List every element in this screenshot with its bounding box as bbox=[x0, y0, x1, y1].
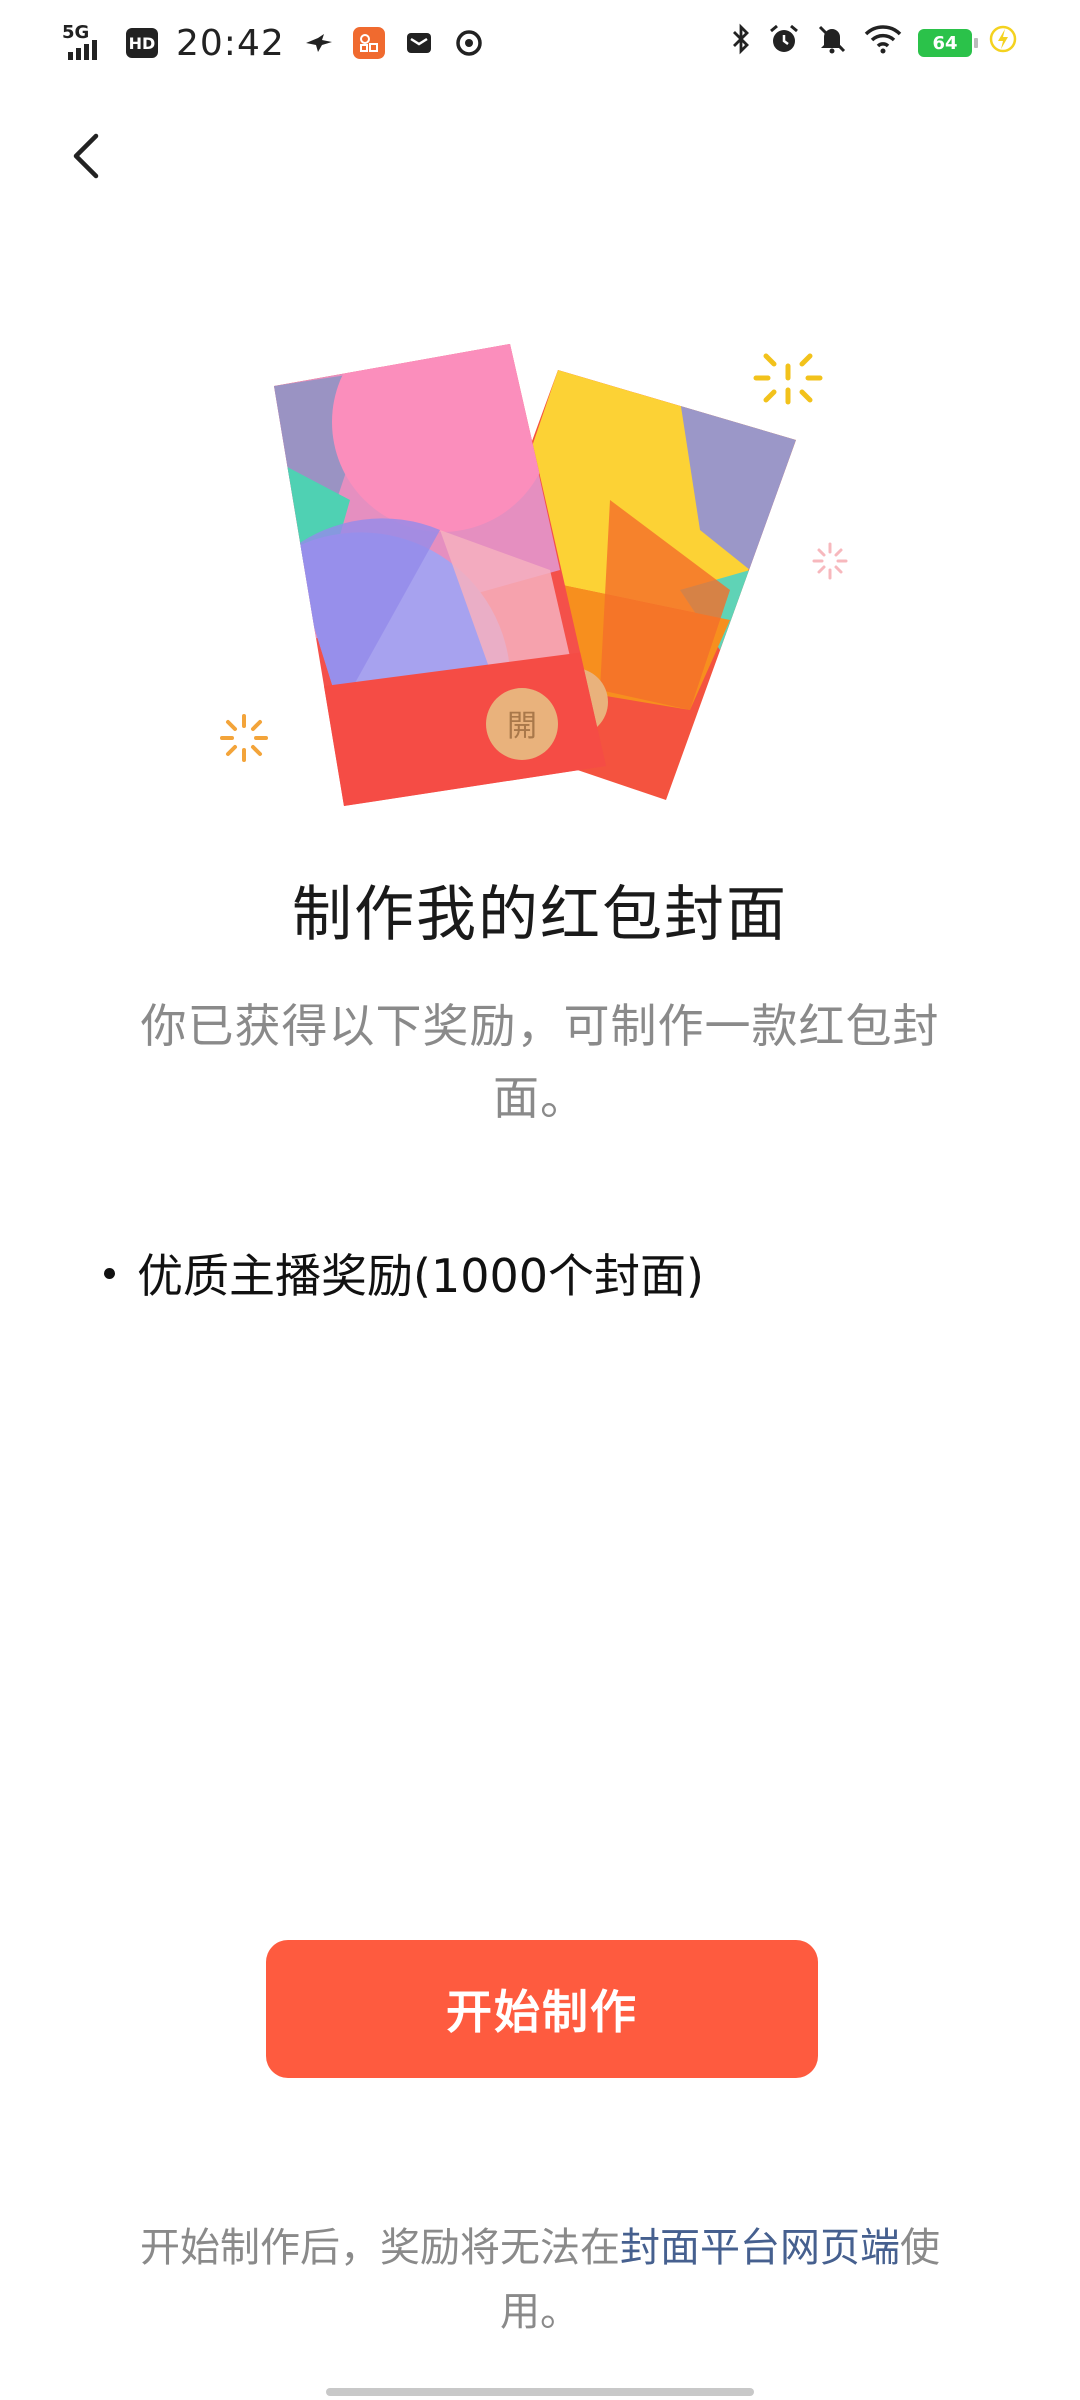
status-time: 20:42 bbox=[176, 22, 285, 64]
sparkle-icon bbox=[753, 353, 823, 405]
hd-icon: HD bbox=[126, 28, 158, 58]
status-bar-right: 64 bbox=[730, 23, 1018, 64]
start-create-button[interactable]: 开始制作 bbox=[266, 1940, 818, 2078]
mute-icon bbox=[816, 23, 848, 64]
home-indicator[interactable] bbox=[326, 2388, 754, 2396]
reward-description: 你已获得以下奖励，可制作一款红包封面。 bbox=[140, 999, 940, 1125]
page-title: 制作我的红包封面 bbox=[292, 880, 788, 950]
bird-icon bbox=[303, 27, 335, 59]
cover-platform-web-link[interactable]: 封面平台网页端 bbox=[620, 2225, 900, 2271]
ring-app-icon bbox=[453, 27, 485, 59]
chevron-left-icon bbox=[73, 133, 99, 179]
alarm-icon bbox=[768, 23, 800, 64]
battery-indicator: 64 bbox=[918, 29, 978, 57]
bluetooth-icon bbox=[730, 23, 752, 64]
status-bar: 5G HD 20:42 64 bbox=[0, 0, 1080, 86]
reward-list-item: 优质主播奖励(1000个封面) bbox=[104, 1240, 704, 1306]
back-button[interactable] bbox=[62, 128, 118, 184]
status-bar-left: 5G HD 20:42 bbox=[62, 22, 485, 64]
footer-note: 开始制作后，奖励将无法在封面平台网页端使用。 bbox=[110, 2216, 970, 2344]
bullet-icon bbox=[104, 1267, 115, 1279]
sparkle-small-icon bbox=[812, 542, 848, 580]
wifi-icon bbox=[864, 23, 902, 63]
cellular-signal-icon: 5G bbox=[62, 22, 108, 64]
reward-label: 优质主播奖励(1000个封面) bbox=[137, 1249, 704, 1303]
red-packet-illustration: 開 bbox=[210, 270, 870, 810]
app-notification-icon bbox=[352, 27, 385, 59]
open-coin-char: 開 bbox=[507, 709, 537, 744]
mail-icon bbox=[403, 27, 435, 59]
charging-icon bbox=[988, 23, 1018, 63]
footer-text-before: 开始制作后，奖励将无法在 bbox=[140, 2225, 620, 2271]
sparkle-left-icon bbox=[220, 714, 268, 762]
